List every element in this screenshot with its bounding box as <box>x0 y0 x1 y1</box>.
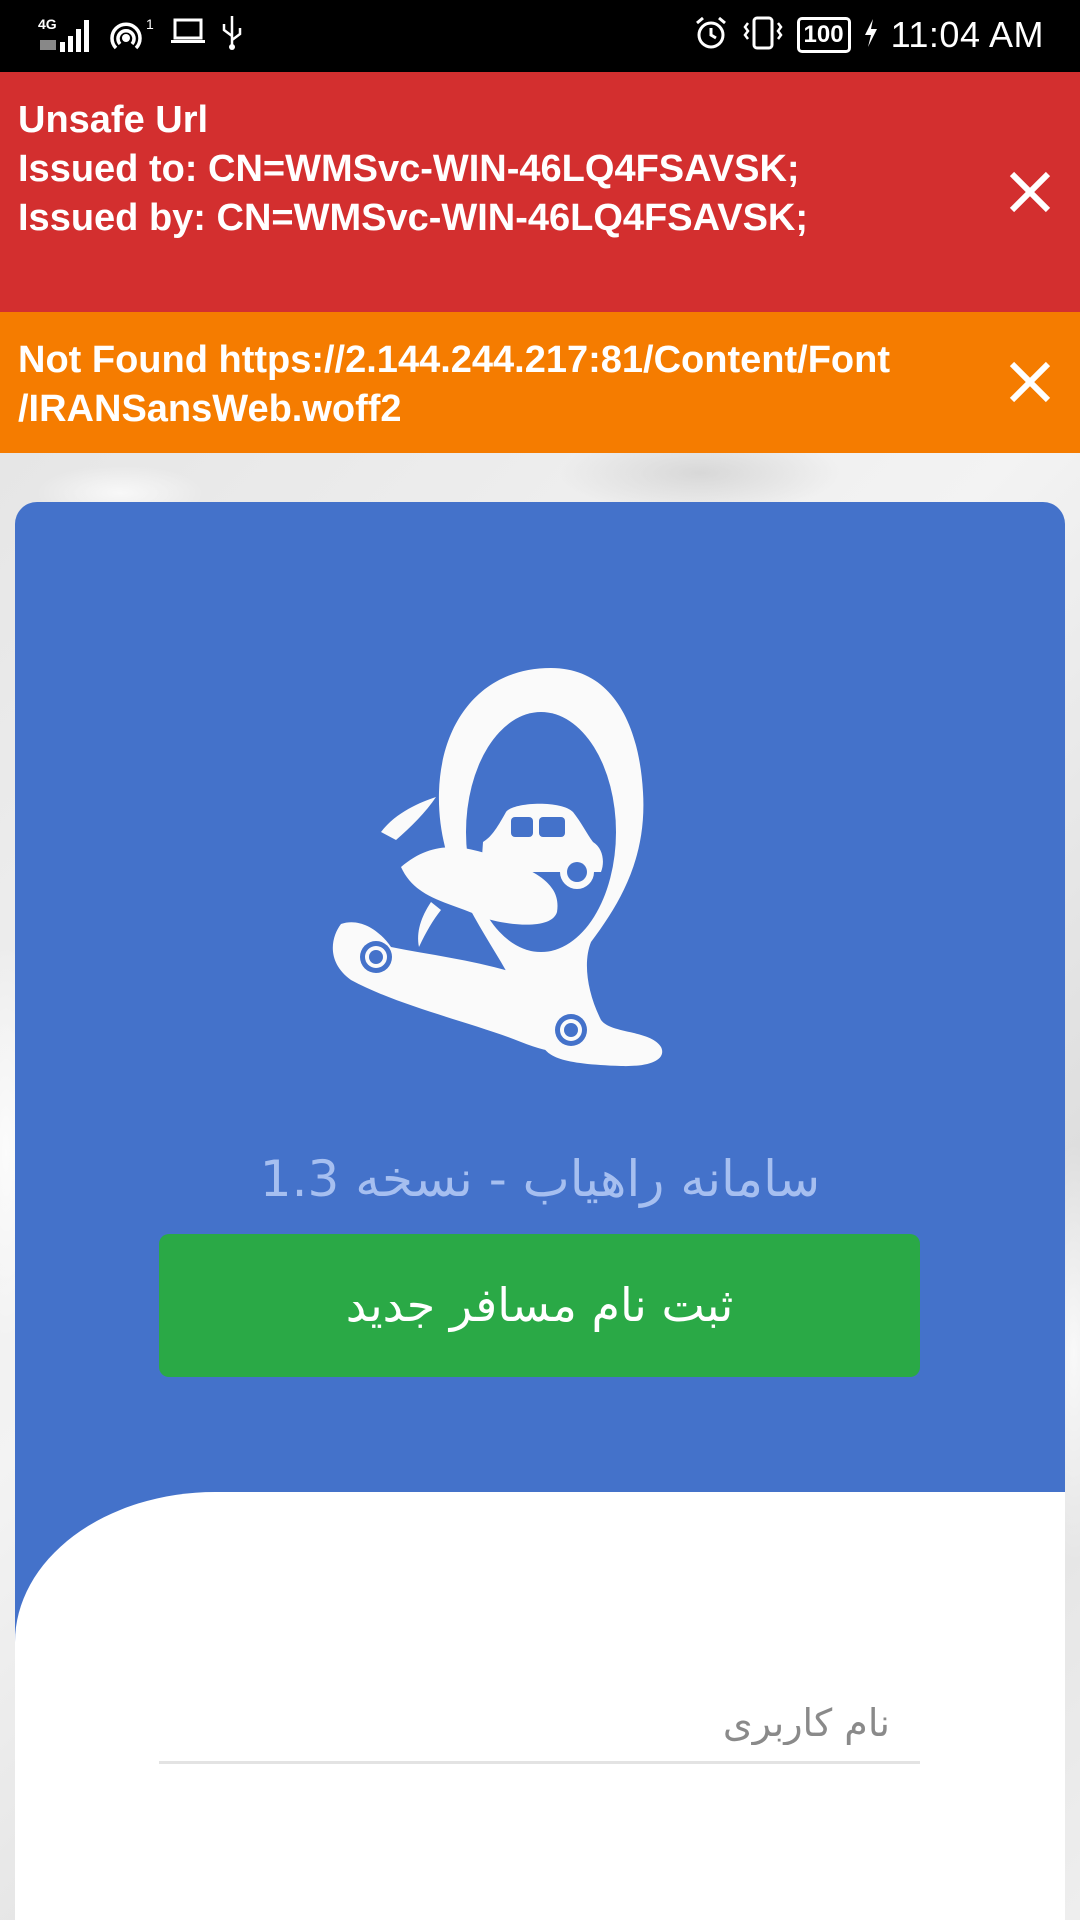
unsafe-url-alert-text: Unsafe Url Issued to: CN=WMSvc-WIN-46LQ4… <box>18 96 808 243</box>
clock: 11:04 AM <box>890 14 1044 55</box>
not-found-alert-text: Not Found https://2.144.244.217:81/Conte… <box>18 336 890 434</box>
register-new-passenger-button[interactable]: ثبت نام مسافر جدید <box>159 1234 920 1377</box>
close-unsafe-alert-button[interactable] <box>1006 168 1054 216</box>
charging-icon <box>863 18 879 53</box>
username-input[interactable] <box>159 1684 920 1764</box>
battery-indicator: 100 <box>796 17 851 53</box>
usb-icon <box>220 14 244 55</box>
alarm-icon <box>693 15 729 56</box>
laptop-icon <box>170 17 206 52</box>
alert-line: /IRANSansWeb.woff2 <box>18 388 402 430</box>
app-logo-icon <box>332 668 663 1067</box>
hotspot-icon: 1 <box>108 16 156 54</box>
alert-line: Not Found https://2.144.244.217:81/Conte… <box>18 339 890 381</box>
hotspot-count: 1 <box>146 15 154 32</box>
alert-line: Unsafe Url <box>18 99 209 141</box>
not-found-alert: Not Found https://2.144.244.217:81/Conte… <box>0 312 1080 453</box>
status-bar: 4G 1 100 11:04 AM <box>0 0 1080 72</box>
app-version-label: سامانه راهیاب - نسخه 1.3 <box>259 1150 821 1208</box>
signal-icon: 4G <box>38 16 94 54</box>
close-not-found-alert-button[interactable] <box>1006 358 1054 406</box>
vibrate-icon <box>741 15 785 56</box>
close-icon <box>1009 171 1051 213</box>
alert-line: Issued to: CN=WMSvc-WIN-46LQ4FSAVSK; <box>18 148 800 190</box>
login-card: سامانه راهیاب - نسخه 1.3 ثبت نام مسافر ج… <box>15 502 1065 1920</box>
unsafe-url-alert: Unsafe Url Issued to: CN=WMSvc-WIN-46LQ4… <box>0 72 1080 312</box>
alert-line: Issued by: CN=WMSvc-WIN-46LQ4FSAVSK; <box>18 197 809 239</box>
close-icon <box>1009 361 1051 403</box>
